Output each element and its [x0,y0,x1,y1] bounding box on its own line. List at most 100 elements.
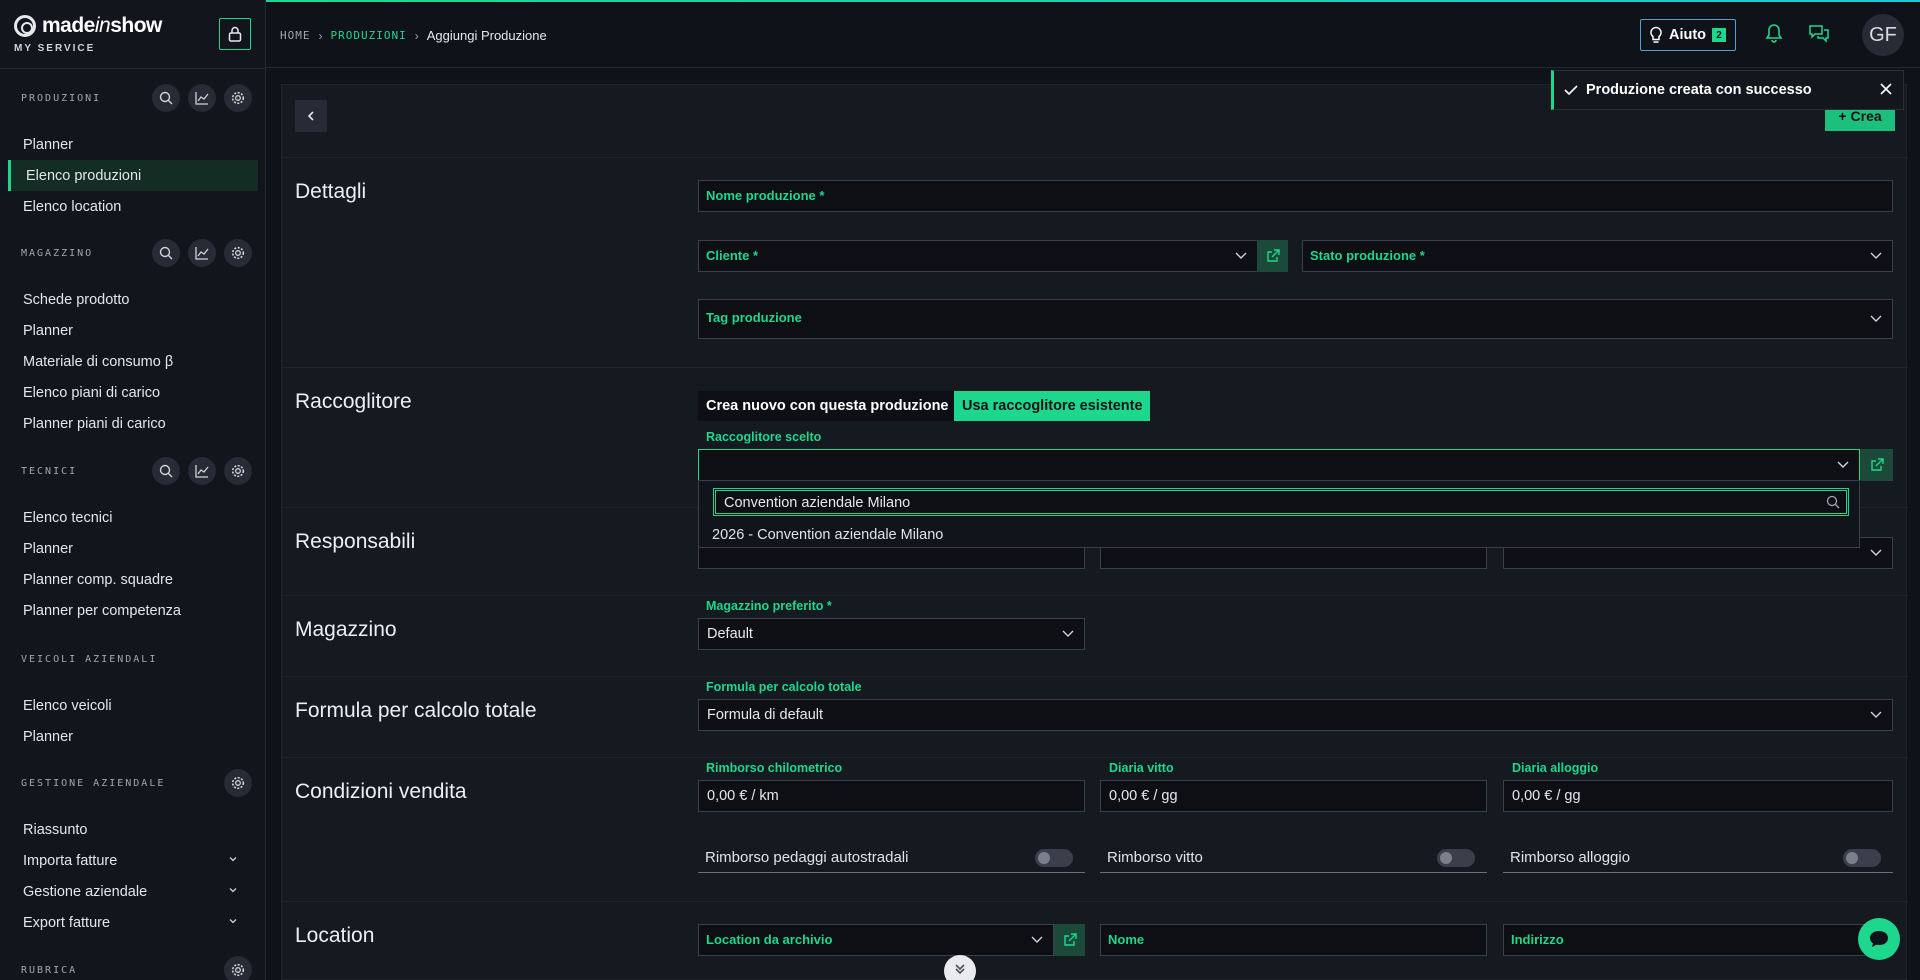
sidebar-item-schede-prodotto[interactable]: Schede prodotto [0,284,265,315]
formula-select[interactable]: Formula di default [698,699,1893,731]
open-cliente-button[interactable] [1257,240,1288,272]
search-icon[interactable] [152,84,180,112]
chevron-down-icon [1837,461,1849,468]
raccoglitore-dropdown: Convention aziendale Milano 2026 - Conve… [698,480,1860,548]
breadcrumb-separator: › [414,28,419,43]
chart-icon[interactable] [188,457,216,485]
breadcrumb-separator: › [318,28,323,43]
formula-label: Formula per calcolo totale [706,680,862,694]
success-toast: Produzione creata con successo [1551,70,1904,110]
search-icon[interactable] [152,239,180,267]
chart-icon[interactable] [188,84,216,112]
dropdown-option[interactable]: 2026 - Convention aziendale Milano [712,527,943,543]
chat-bubbles-icon[interactable] [1808,23,1830,43]
chevron-down-icon [1235,252,1247,259]
field-value: 0,00 € / gg [1109,788,1178,804]
breadcrumb-produzioni[interactable]: PRODUZIONI [331,29,407,42]
tab-crea-nuovo[interactable]: Crea nuovo con questa produzione [698,391,955,421]
sidebar-item-label: Gestione aziendale [23,883,148,900]
field-placeholder: Location da archivio [706,932,833,947]
rimborso-km-input[interactable]: 0,00 € / km [698,780,1085,812]
open-raccoglitore-button[interactable] [1860,449,1893,481]
chevron-down-icon [1031,936,1043,943]
sidebar-section-title: MAGAZZINO [21,247,94,259]
section-title-formula: Formula per calcolo totale [295,699,537,722]
sidebar-item-importa-fatture[interactable]: Importa fatture [0,845,265,876]
scroll-down-button[interactable] [944,955,976,980]
help-label: Aiuto [1669,27,1707,43]
sidebar-item-materiale-consumo[interactable]: Materiale di consumo β [0,346,265,377]
rimborso-vitto-toggle[interactable] [1437,849,1475,867]
divider [282,595,1908,596]
bell-icon[interactable] [1765,23,1783,43]
sidebar-item-elenco-location[interactable]: Elenco location [0,191,265,222]
chevron-down-icon [1870,252,1882,259]
chevron-down-icon [1062,630,1074,637]
location-archivio-select[interactable]: Location da archivio [698,924,1054,956]
cliente-select[interactable]: Cliente * [698,240,1258,272]
sidebar-item-riassunto[interactable]: Riassunto [0,814,265,845]
breadcrumb-home[interactable]: HOME [280,29,311,42]
raccoglitore-select[interactable] [698,449,1860,481]
gear-icon[interactable] [224,956,252,980]
back-button[interactable] [295,100,327,132]
location-indirizzo-input[interactable]: Indirizzo [1503,924,1893,956]
close-icon[interactable] [1879,82,1893,96]
sidebar-item-elenco-tecnici[interactable]: Elenco tecnici [0,502,265,533]
field-placeholder: Cliente * [706,248,759,263]
gear-icon[interactable] [224,84,252,112]
avatar[interactable]: GF [1862,14,1904,56]
diaria-alloggio-input[interactable]: 0,00 € / gg [1503,780,1893,812]
sidebar-item-planner[interactable]: Planner [0,533,265,564]
rimborso-pedaggi-toggle[interactable] [1035,849,1073,867]
toggle-row-pedaggi: Rimborso pedaggi autostradali [698,841,1085,873]
nome-produzione-field[interactable]: Nome produzione * [698,180,1893,212]
brand-subtitle: MY SERVICE [14,43,96,54]
search-icon[interactable] [152,457,180,485]
location-nome-input[interactable]: Nome [1100,924,1487,956]
gear-icon[interactable] [224,769,252,797]
field-placeholder: Nome produzione * [706,188,825,203]
sidebar-item-planner-competenza[interactable]: Planner per competenza [0,595,265,626]
raccoglitore-search-input[interactable]: Convention aziendale Milano [713,488,1849,516]
sidebar-item-planner[interactable]: Planner [0,315,265,346]
sidebar-section-title: TECNICI [21,465,78,477]
sidebar-item-export-fatture[interactable]: Export fatture [0,907,265,938]
chart-icon[interactable] [188,239,216,267]
section-title-dettagli: Dettagli [295,180,367,203]
open-location-button[interactable] [1054,924,1085,956]
gear-icon[interactable] [224,239,252,267]
magazzino-preferito-select[interactable]: Default [698,618,1085,650]
rimborso-alloggio-toggle[interactable] [1843,849,1881,867]
divider [282,367,1908,368]
sidebar-item-elenco-produzioni[interactable]: Elenco produzioni [8,160,258,191]
chat-fab-button[interactable] [1858,918,1900,960]
brand-logo[interactable]: madeinshow [14,14,162,38]
field-placeholder: Nome [1108,932,1145,947]
main-form-panel: + Crea Dettagli Nome produzione * Cliente… [281,84,1908,980]
chevron-down-icon [1870,711,1882,718]
sidebar-item-planner[interactable]: Planner [0,721,265,752]
section-title-magazzino: Magazzino [295,618,397,641]
sidebar-item-gestione-aziendale[interactable]: Gestione aziendale [0,876,265,907]
tab-usa-esistente[interactable]: Usa raccoglitore esistente [954,391,1150,421]
divider [282,157,1908,158]
sidebar-item-planner-comp-squadre[interactable]: Planner comp. squadre [0,564,265,595]
sidebar-item-elenco-veicoli[interactable]: Elenco veicoli [0,690,265,721]
sidebar-item-planner[interactable]: Planner [0,129,265,160]
chevron-down-icon [229,888,237,893]
sidebar-section-tecnici: TECNICI Elenco tecnici Planner Planner c… [0,454,265,626]
chevron-down-icon [229,857,237,862]
sidebar-section-title: GESTIONE AZIENDALE [21,777,166,789]
sidebar-item-planner-piani-carico[interactable]: Planner piani di carico [0,408,265,439]
sidebar-section-title: VEICOLI AZIENDALI [21,653,158,665]
diaria-alloggio-label: Diaria alloggio [1512,761,1599,775]
help-button[interactable]: Aiuto 2 [1640,19,1736,51]
tag-produzione-select[interactable]: Tag produzione [698,299,1893,339]
lock-sidebar-button[interactable] [219,18,251,50]
gear-icon[interactable] [224,457,252,485]
diaria-vitto-input[interactable]: 0,00 € / gg [1100,780,1487,812]
double-chevron-down-icon [955,964,965,975]
stato-produzione-select[interactable]: Stato produzione * [1302,240,1893,272]
sidebar-item-elenco-piani-carico[interactable]: Elenco piani di carico [0,377,265,408]
